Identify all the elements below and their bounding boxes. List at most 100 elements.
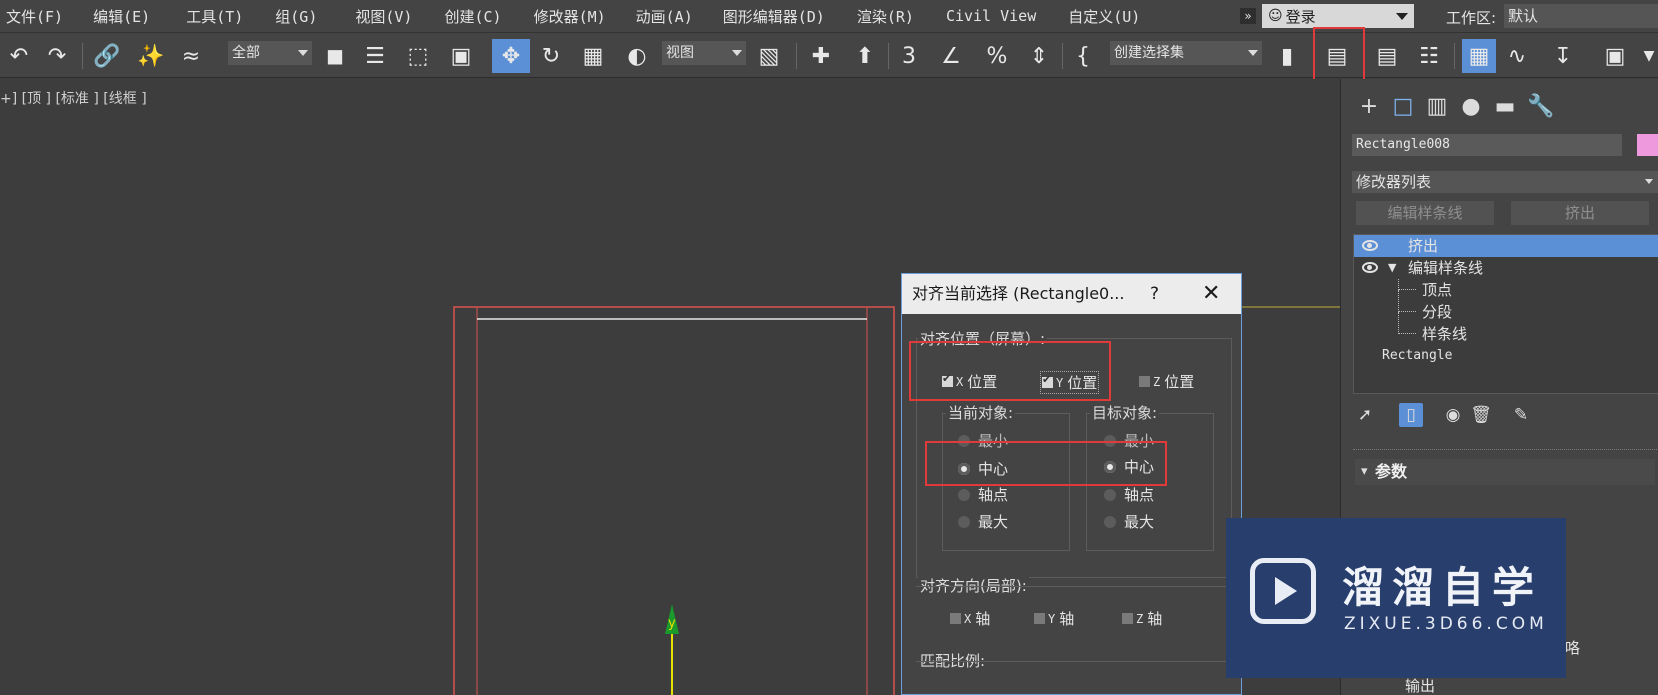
mirror-icon[interactable]: ▮ <box>1272 41 1302 71</box>
select-manipulate-icon[interactable]: ✚ <box>806 41 836 71</box>
configure-modifier-sets-icon[interactable]: ✎ <box>1509 403 1533 427</box>
current-max-radio[interactable]: 最大 <box>958 511 1008 532</box>
make-unique-icon[interactable]: ◉ <box>1441 403 1465 427</box>
eye-icon[interactable] <box>1362 262 1378 273</box>
rotate-icon[interactable]: ↻ <box>536 41 566 71</box>
menu-create[interactable]: 创建(C) <box>440 6 505 27</box>
menu-customize[interactable]: 自定义(U) <box>1064 6 1144 27</box>
object-name-field[interactable]: Rectangle008 <box>1352 134 1622 156</box>
pin-stack-icon[interactable]: ➚ <box>1353 403 1377 427</box>
menu-animation[interactable]: 动画(A) <box>632 6 697 27</box>
stack-item-label: 样条线 <box>1422 325 1468 343</box>
play-logo-icon <box>1250 558 1316 624</box>
object-color-swatch[interactable] <box>1637 134 1658 156</box>
remove-modifier-icon[interactable]: 🗑 <box>1469 403 1493 427</box>
radio-label: 最大 <box>1124 513 1155 531</box>
scale-icon[interactable]: ▦ <box>578 41 608 71</box>
z-axis-checkbox[interactable]: Z 轴 <box>1122 608 1162 629</box>
modify-tab-icon[interactable]: □ <box>1389 91 1417 121</box>
placement-icon[interactable]: ◐ <box>622 41 652 71</box>
stack-item-label: 挤出 <box>1408 237 1439 255</box>
checkbox-box[interactable] <box>1122 613 1133 624</box>
pivot-center-icon[interactable]: ▧ <box>754 41 784 71</box>
stack-item-rectangle[interactable]: Rectangle <box>1354 345 1658 367</box>
current-pivot-radio[interactable]: 轴点 <box>958 484 1008 505</box>
y-axis-checkbox[interactable]: Y 轴 <box>1034 608 1074 629</box>
link-icon[interactable]: 🔗 <box>92 41 122 71</box>
select-object-icon[interactable]: ◼ <box>320 41 350 71</box>
select-by-name-icon[interactable]: ☰ <box>360 41 390 71</box>
menu-graph-editors[interactable]: 图形编辑器(D) <box>719 6 829 27</box>
menu-view[interactable]: 视图(V) <box>351 6 416 27</box>
stack-item-label: Rectangle <box>1382 348 1453 363</box>
menu-modifiers[interactable]: 修改器(M) <box>530 6 610 27</box>
selection-filter-dropdown[interactable]: 全部 <box>228 41 312 65</box>
percent-snap-icon[interactable]: % <box>982 41 1012 71</box>
spinner-snap-icon[interactable]: ⇕ <box>1024 41 1054 71</box>
edit-spline-button[interactable]: 编辑样条线 <box>1356 201 1494 225</box>
eye-icon[interactable] <box>1362 240 1378 251</box>
layer-explorer-icon[interactable]: ☷ <box>1414 41 1444 71</box>
extrude-button[interactable]: 挤出 <box>1511 201 1649 225</box>
target-max-radio[interactable]: 最大 <box>1104 511 1154 532</box>
curve-editor-icon[interactable]: ∿ <box>1502 41 1532 71</box>
radio-dot[interactable] <box>958 515 970 528</box>
close-button[interactable]: ✕ <box>1202 274 1220 314</box>
target-pivot-radio[interactable]: 轴点 <box>1104 484 1154 505</box>
snap-3d-icon[interactable]: 3 <box>894 41 924 71</box>
stack-item-label: 编辑样条线 <box>1408 259 1484 277</box>
radio-dot[interactable] <box>1104 488 1116 501</box>
display-tab-icon[interactable]: ▬ <box>1491 91 1519 121</box>
stack-item-edit-spline[interactable]: ▼ 编辑样条线 <box>1354 257 1658 279</box>
menu-group[interactable]: 组(G) <box>271 6 321 27</box>
x-axis-checkbox[interactable]: X 轴 <box>950 608 990 629</box>
scene-explorer-icon[interactable]: ▤ <box>1372 41 1402 71</box>
create-tab-icon[interactable]: + <box>1355 91 1383 121</box>
keyboard-shortcut-icon[interactable]: ⬆ <box>850 41 880 71</box>
checkbox-axis-prefix: Z <box>1153 374 1161 389</box>
toolbar-more-icon[interactable]: ▼ <box>1634 41 1658 71</box>
menu-edit[interactable]: 编辑(E) <box>89 6 154 27</box>
window-crossing-icon[interactable]: ▣ <box>446 41 476 71</box>
schematic-view-icon[interactable]: ↧ <box>1548 41 1578 71</box>
radio-dot[interactable] <box>958 488 970 501</box>
workspace-select[interactable]: 默认 <box>1504 4 1658 28</box>
edit-named-selection-icon[interactable]: { <box>1068 41 1098 71</box>
show-end-result-icon[interactable]: ▯ <box>1399 403 1423 427</box>
modifier-list-dropdown[interactable]: 修改器列表 <box>1352 171 1658 193</box>
checkbox-box[interactable] <box>1034 613 1045 624</box>
parameters-rollout[interactable]: 参数 <box>1355 459 1655 485</box>
redo-icon[interactable]: ↷ <box>42 41 72 71</box>
menu-rendering[interactable]: 渲染(R) <box>853 6 918 27</box>
login-dropdown[interactable]: ☺ 登录 <box>1262 4 1414 28</box>
reference-coord-dropdown[interactable]: 视图 <box>662 41 746 65</box>
z-position-checkbox[interactable]: Z 位置 <box>1139 371 1194 392</box>
move-icon[interactable]: ✥ <box>492 39 530 73</box>
rect-selection-icon[interactable]: ⬚ <box>403 41 433 71</box>
unlink-icon[interactable]: ✨ <box>136 41 166 71</box>
reference-coord-value: 视图 <box>666 45 694 61</box>
stack-subitem-spline[interactable]: 样条线 <box>1354 323 1658 345</box>
modifier-list-label: 修改器列表 <box>1356 173 1432 191</box>
menu-overflow-button[interactable]: » <box>1240 8 1256 24</box>
stack-item-extrude[interactable]: 挤出 <box>1354 235 1658 257</box>
menu-tools[interactable]: 工具(T) <box>182 6 247 27</box>
named-selection-dropdown[interactable]: 创建选择集 <box>1110 41 1262 65</box>
checkbox-box[interactable] <box>950 613 961 624</box>
motion-tab-icon[interactable]: ● <box>1457 91 1485 121</box>
chevron-down-icon <box>298 50 308 56</box>
help-button[interactable]: ? <box>1150 274 1159 314</box>
expand-triangle-icon[interactable]: ▼ <box>1388 257 1396 279</box>
checkbox-box[interactable] <box>1139 376 1150 387</box>
undo-icon[interactable]: ↶ <box>4 41 34 71</box>
bind-spacewarp-icon[interactable]: ≈ <box>176 41 206 71</box>
utilities-tab-icon[interactable]: 🔧 <box>1527 91 1555 121</box>
ribbon-toggle-icon[interactable]: ▦ <box>1462 39 1496 73</box>
angle-snap-icon[interactable]: ∠ <box>936 41 966 71</box>
radio-dot[interactable] <box>1104 515 1116 528</box>
menu-file[interactable]: 文件(F) <box>2 6 67 27</box>
checkbox-label: 轴 <box>1059 610 1075 628</box>
material-editor-icon[interactable]: ▣ <box>1600 41 1630 71</box>
hierarchy-tab-icon[interactable]: ▥ <box>1423 91 1451 121</box>
menu-civil-view[interactable]: Civil View <box>942 7 1040 25</box>
